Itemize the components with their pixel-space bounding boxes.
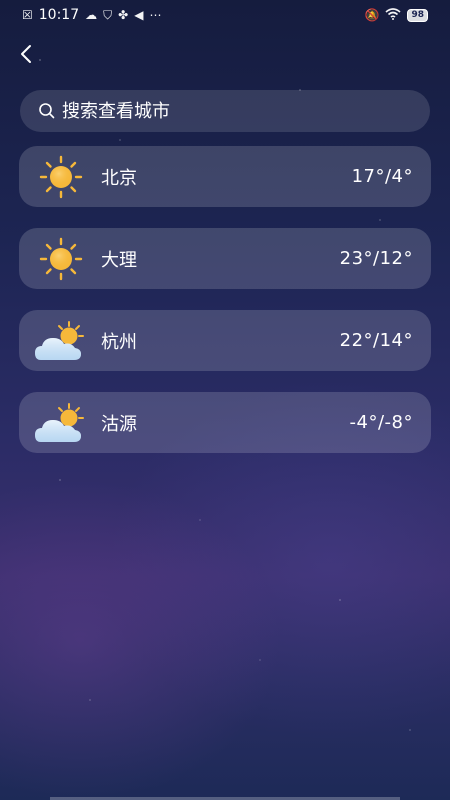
sun-icon (39, 155, 83, 198)
search-input[interactable] (62, 100, 412, 122)
cloud-icon: ☁ (85, 8, 98, 22)
status-bar: ☒ 10:17 ☁ ⛉ ✤ ◀ ⋯ 🔕 98 (0, 0, 450, 30)
city-name: 大理 (101, 249, 137, 271)
shield-icon: ⛉ (103, 8, 113, 22)
more-icon: ⋯ (149, 8, 162, 22)
city-temp: 23°/12° (339, 248, 413, 269)
city-name: 北京 (101, 167, 137, 189)
search-icon (39, 103, 55, 119)
mute-icon: 🔕 (364, 8, 380, 22)
city-card-beijing[interactable]: 北京 17°/4° (19, 146, 431, 207)
city-card-hangzhou[interactable]: 杭州 22°/14° (19, 310, 431, 371)
city-card-guyuan[interactable]: 沽源 -4°/-8° (19, 392, 431, 453)
city-temp: -4°/-8° (349, 412, 413, 433)
city-temp: 17°/4° (351, 166, 413, 187)
status-time: 10:17 (38, 7, 80, 23)
chevron-left-icon (21, 45, 31, 63)
battery-icon: 98 (407, 8, 428, 22)
back-button[interactable] (12, 40, 40, 68)
close-notification-icon: ☒ (22, 8, 33, 22)
city-temp: 22°/14° (339, 330, 413, 351)
volume-icon: ◀ (134, 8, 144, 22)
partly-cloudy-icon (35, 320, 84, 360)
city-card-dali[interactable]: 大理 23°/12° (19, 228, 431, 289)
wifi-icon (385, 8, 401, 22)
city-list: 北京 17°/4° 大理 23°/12° 杭州 22°/14° 沽源 -4°/-… (19, 146, 431, 453)
partly-cloudy-icon (35, 402, 84, 442)
status-right: 🔕 98 (365, 8, 428, 22)
sun-icon (39, 237, 83, 280)
city-name: 杭州 (101, 331, 137, 353)
search-bar[interactable] (20, 90, 430, 132)
fan-icon: ✤ (118, 8, 129, 22)
status-left: ☒ 10:17 ☁ ⛉ ✤ ◀ ⋯ (22, 7, 161, 23)
city-name: 沽源 (101, 413, 137, 435)
